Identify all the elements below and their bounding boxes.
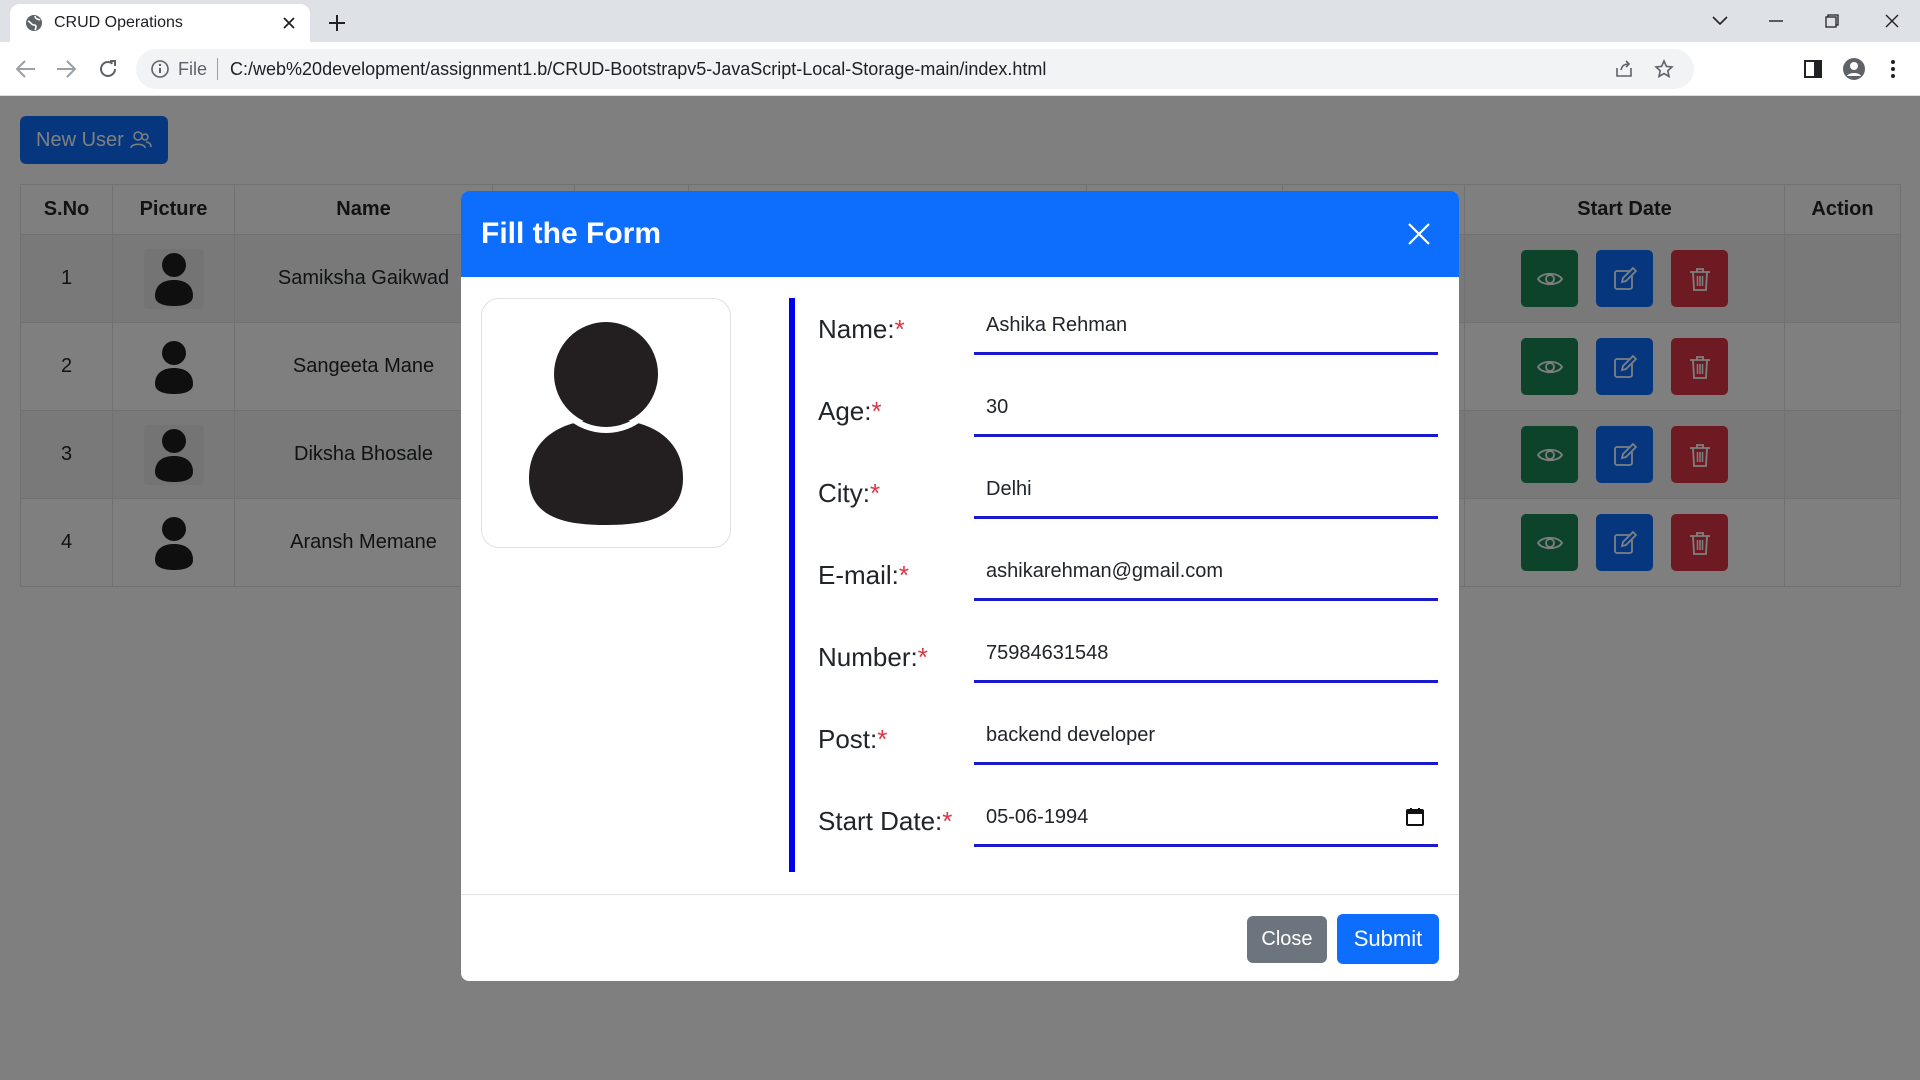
modal-close-button[interactable]	[1399, 214, 1439, 254]
post-label: Post:*	[818, 724, 888, 754]
address-bar[interactable]: File C:/web%20development/assignment1.b/…	[136, 49, 1694, 89]
globe-icon	[26, 15, 42, 31]
side-panel-button[interactable]	[1797, 53, 1829, 85]
city-label: City:*	[818, 478, 881, 508]
modal-title: Fill the Form	[481, 217, 661, 250]
form-modal: Fill the Form Name:* Ashika Rehman Age:*…	[461, 191, 1459, 981]
avatar-icon	[529, 321, 683, 525]
chevron-down-icon	[1712, 16, 1728, 26]
tab-search-button[interactable]	[1692, 0, 1748, 42]
form-row-name: Name:* Ashika Rehman	[818, 298, 1438, 380]
email-label: E-mail:*	[818, 560, 910, 590]
start-date-value: 05-06-1994	[986, 805, 1089, 828]
sidepanel-icon	[1804, 60, 1822, 78]
back-button[interactable]	[10, 53, 42, 85]
form-divider-bar	[789, 298, 795, 872]
age-input[interactable]: 30	[974, 380, 1438, 437]
browser-tab-strip: CRUD Operations	[0, 0, 1920, 42]
reload-button[interactable]	[92, 53, 124, 85]
calendar-icon[interactable]	[1406, 808, 1424, 826]
form-row-city: City:* Delhi	[818, 462, 1438, 544]
modal-body: Name:* Ashika Rehman Age:* 30 City:* Del…	[461, 277, 1459, 894]
close-icon	[1885, 14, 1899, 28]
star-icon[interactable]	[1652, 57, 1676, 81]
user-form: Name:* Ashika Rehman Age:* 30 City:* Del…	[818, 298, 1438, 872]
browser-toolbar: File C:/web%20development/assignment1.b/…	[0, 42, 1920, 96]
share-icon[interactable]	[1612, 57, 1636, 81]
restore-button[interactable]	[1804, 0, 1860, 42]
menu-icon	[1891, 60, 1895, 78]
form-row-age: Age:* 30	[818, 380, 1438, 462]
info-icon	[151, 60, 169, 78]
profile-icon	[1843, 58, 1865, 80]
form-row-start-date: Start Date:* 05-06-1994	[818, 790, 1438, 872]
profile-button[interactable]	[1838, 53, 1870, 85]
city-input[interactable]: Delhi	[974, 462, 1438, 519]
close-button[interactable]: Close	[1247, 916, 1327, 963]
name-input[interactable]: Ashika Rehman	[974, 298, 1438, 355]
page-content: New User S.No Picture Name Start Date Ac…	[0, 96, 1920, 1080]
form-row-number: Number:* 75984631548	[818, 626, 1438, 708]
browser-tab[interactable]: CRUD Operations	[10, 4, 310, 42]
reload-icon	[100, 60, 116, 77]
age-label: Age:*	[818, 396, 882, 426]
back-icon	[16, 60, 35, 78]
tab-close-icon[interactable]	[280, 14, 298, 32]
number-input[interactable]: 75984631548	[974, 626, 1438, 683]
modal-header: Fill the Form	[461, 191, 1459, 277]
profile-picture[interactable]	[481, 298, 731, 548]
minimize-icon	[1769, 20, 1783, 22]
post-input[interactable]: backend developer	[974, 708, 1438, 765]
name-label: Name:*	[818, 314, 905, 344]
close-icon	[1408, 223, 1430, 245]
number-label: Number:*	[818, 642, 928, 672]
url-text: C:/web%20development/assignment1.b/CRUD-…	[230, 58, 1047, 79]
new-tab-button[interactable]	[322, 8, 352, 38]
start-date-input[interactable]: 05-06-1994	[974, 790, 1438, 847]
forward-icon	[57, 60, 76, 78]
start-date-label: Start Date:*	[818, 806, 953, 836]
plus-icon	[329, 15, 345, 31]
minimize-button[interactable]	[1748, 0, 1804, 42]
modal-footer: Close Submit	[461, 894, 1459, 981]
form-row-post: Post:* backend developer	[818, 708, 1438, 790]
restore-icon	[1825, 14, 1839, 28]
browser-menu-button[interactable]	[1877, 53, 1909, 85]
tab-title: CRUD Operations	[54, 14, 183, 31]
window-close-button[interactable]	[1864, 0, 1920, 42]
email-input[interactable]: ashikarehman@gmail.com	[974, 544, 1438, 601]
forward-button[interactable]	[50, 53, 82, 85]
form-row-email: E-mail:* ashikarehman@gmail.com	[818, 544, 1438, 626]
url-scheme-label: File	[178, 58, 208, 79]
submit-button[interactable]: Submit	[1337, 914, 1439, 964]
url-separator	[217, 58, 219, 80]
